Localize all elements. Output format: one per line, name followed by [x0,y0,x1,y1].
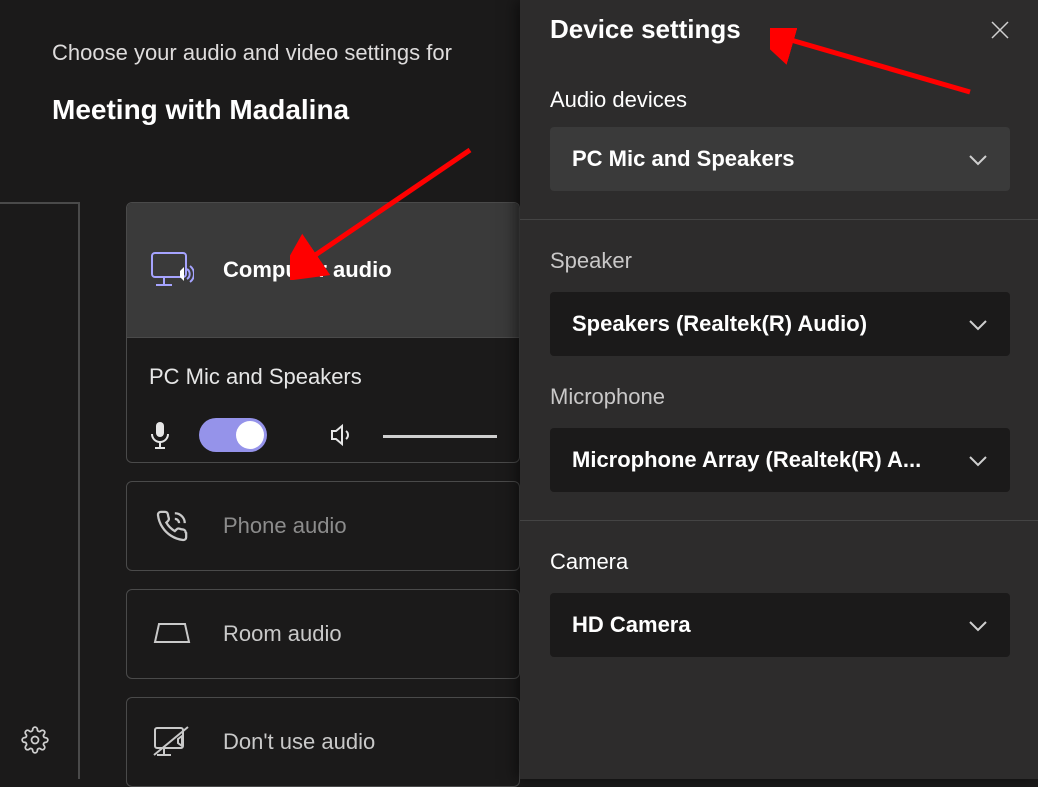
computer-audio-icon [149,251,195,289]
no-audio-icon [149,725,195,759]
audio-options-list: Computer audio PC Mic and Speakers [126,202,520,787]
mic-volume-controls [127,400,519,462]
device-settings-panel: Device settings Audio devices PC Mic and… [520,0,1038,779]
speaker-icon [329,422,355,448]
option-label: Room audio [223,621,342,647]
mic-toggle[interactable] [199,418,267,452]
option-label: Computer audio [223,257,392,283]
dropdown-value: Speakers (Realtek(R) Audio) [572,311,867,337]
speaker-dropdown[interactable]: Speakers (Realtek(R) Audio) [550,292,1010,356]
option-label: Don't use audio [223,729,375,755]
dropdown-value: Microphone Array (Realtek(R) A... [572,447,921,473]
audio-devices-label: Audio devices [550,87,1010,113]
meeting-title: Meeting with Madalina [0,66,520,126]
option-label: Phone audio [223,513,347,539]
selected-device-summary: PC Mic and Speakers [127,337,519,400]
speaker-label: Speaker [550,248,1010,274]
close-icon[interactable] [986,16,1014,44]
option-phone-audio[interactable]: Phone audio [126,481,520,571]
option-computer-audio: Computer audio PC Mic and Speakers [126,202,520,463]
option-computer-audio-button[interactable]: Computer audio [127,203,519,337]
room-icon [149,620,195,648]
chevron-down-icon [968,311,988,337]
chevron-down-icon [968,612,988,638]
microphone-dropdown[interactable]: Microphone Array (Realtek(R) A... [550,428,1010,492]
prejoin-area: Choose your audio and video settings for… [0,0,520,779]
camera-section: Camera HD Camera [520,520,1038,677]
option-no-audio[interactable]: Don't use audio [126,697,520,787]
dropdown-value: HD Camera [572,612,691,638]
gear-icon[interactable] [20,725,50,755]
speaker-mic-section: Speaker Speakers (Realtek(R) Audio) Micr… [520,219,1038,512]
camera-label: Camera [550,549,1010,575]
left-rail [0,202,80,779]
phone-icon [149,509,195,543]
mic-icon [149,421,171,449]
chevron-down-icon [968,447,988,473]
volume-slider[interactable] [383,435,497,438]
microphone-label: Microphone [550,384,1010,410]
audio-devices-dropdown[interactable]: PC Mic and Speakers [550,127,1010,191]
dropdown-value: PC Mic and Speakers [572,146,795,172]
camera-dropdown[interactable]: HD Camera [550,593,1010,657]
audio-section: Audio devices PC Mic and Speakers [520,49,1038,211]
option-room-audio[interactable]: Room audio [126,589,520,679]
prejoin-subtitle: Choose your audio and video settings for [0,40,520,66]
panel-title: Device settings [550,14,741,45]
chevron-down-icon [968,146,988,172]
